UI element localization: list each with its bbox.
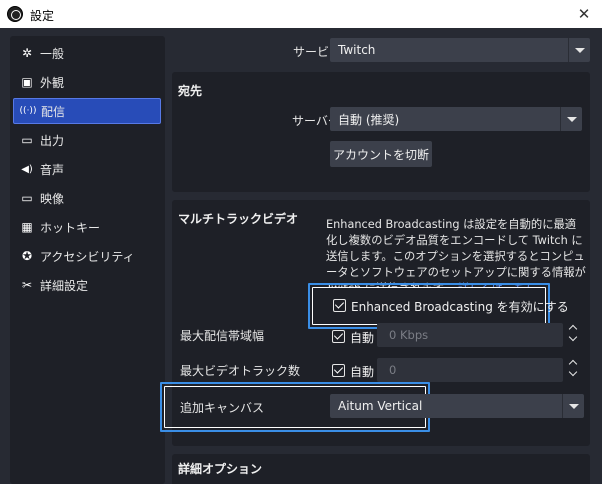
destination-title: 宛先 xyxy=(178,84,203,98)
settings-window: ✲ 一般 ▣ 外観 ((·)) 配信 ▭ 出力 ◀) 音声 ▭ 映像 ▦ ホット… xyxy=(0,28,602,484)
speaker-icon: ◀) xyxy=(21,163,33,175)
max-bandwidth-stepper[interactable] xyxy=(564,321,584,347)
destination-panel: 宛先 サーバー 自動 (推奨) アカウントを切断 xyxy=(172,72,590,192)
enable-enhanced-label: Enhanced Broadcasting を有効にする xyxy=(351,300,569,314)
chevron-down-icon[interactable] xyxy=(568,369,580,379)
accessibility-icon: ✪ xyxy=(21,249,33,263)
chevron-down-icon[interactable] xyxy=(568,334,580,344)
tools-icon: ✂ xyxy=(21,278,33,292)
multitrack-title: マルチトラックビデオ xyxy=(178,212,299,226)
gear-icon: ✲ xyxy=(21,46,33,60)
max-bandwidth-input[interactable]: 0 Kbps xyxy=(377,323,563,347)
sidebar-item-label: 音声 xyxy=(40,162,65,177)
chevron-down-icon xyxy=(568,38,590,62)
disconnect-account-button[interactable]: アカウントを切断 xyxy=(330,141,432,167)
extra-canvas-label: 追加キャンバス xyxy=(180,401,265,415)
scrollbar[interactable] xyxy=(594,28,600,484)
chevron-down-icon xyxy=(560,107,582,131)
sidebar-item-label: 一般 xyxy=(40,46,65,61)
max-bandwidth-auto-label: 自動 xyxy=(350,331,375,345)
sidebar-item-label: 配信 xyxy=(41,104,66,119)
obs-logo-icon xyxy=(7,6,23,22)
sidebar-item-label: アクセシビリティ xyxy=(40,249,135,264)
sidebar-item-label: 出力 xyxy=(40,133,65,148)
max-tracks-label: 最大ビデオトラック数 xyxy=(180,364,301,378)
sidebar-item-accessibility[interactable]: ✪ アクセシビリティ xyxy=(13,243,161,269)
max-tracks-auto-checkbox[interactable] xyxy=(332,364,345,377)
max-tracks-input[interactable]: 0 xyxy=(377,358,563,382)
monitor-icon: ▭ xyxy=(21,191,33,205)
sidebar-item-label: ホットキー xyxy=(40,220,101,235)
sidebar-item-advanced[interactable]: ✂ 詳細設定 xyxy=(13,272,161,298)
sidebar-item-video[interactable]: ▭ 映像 xyxy=(13,185,161,211)
window-title: 設定 xyxy=(30,9,55,23)
extra-canvas-dropdown[interactable]: Aitum Vertical xyxy=(330,394,584,418)
chevron-up-icon[interactable] xyxy=(568,322,580,332)
chevron-up-icon[interactable] xyxy=(568,357,580,367)
sidebar-item-label: 詳細設定 xyxy=(40,278,89,293)
advanced-options-panel: 詳細オプション xyxy=(172,454,590,484)
service-value: Twitch xyxy=(338,43,376,57)
max-tracks-stepper[interactable] xyxy=(564,356,584,382)
keyboard-icon: ▦ xyxy=(21,220,33,234)
title-bar: 設定 ✕ xyxy=(0,0,602,28)
sidebar-item-audio[interactable]: ◀) 音声 xyxy=(13,156,161,182)
max-bandwidth-auto-checkbox[interactable] xyxy=(332,330,345,343)
output-icon: ▭ xyxy=(21,133,33,147)
sidebar-item-appearance[interactable]: ▣ 外観 xyxy=(13,69,161,95)
settings-sidebar: ✲ 一般 ▣ 外観 ((·)) 配信 ▭ 出力 ◀) 音声 ▭ 映像 ▦ ホット… xyxy=(10,36,165,484)
sidebar-item-general[interactable]: ✲ 一般 xyxy=(13,40,161,66)
advanced-options-title: 詳細オプション xyxy=(178,462,263,476)
appearance-icon: ▣ xyxy=(21,75,33,89)
max-bandwidth-value: 0 Kbps xyxy=(389,328,429,342)
chevron-down-icon xyxy=(562,394,584,418)
sidebar-item-label: 外観 xyxy=(40,75,65,90)
sidebar-item-hotkeys[interactable]: ▦ ホットキー xyxy=(13,214,161,240)
stream-settings-content: サービス Twitch 宛先 サーバー 自動 (推奨) アカウントを切断 マルチ… xyxy=(160,28,600,484)
server-dropdown[interactable]: 自動 (推奨) xyxy=(330,107,582,131)
server-value: 自動 (推奨) xyxy=(338,112,400,127)
enable-enhanced-checkbox[interactable] xyxy=(333,299,346,312)
service-dropdown[interactable]: Twitch xyxy=(330,38,590,62)
sidebar-item-label: 映像 xyxy=(40,191,65,206)
max-bandwidth-label: 最大配信帯域幅 xyxy=(180,329,265,343)
sidebar-item-stream[interactable]: ((·)) 配信 xyxy=(13,98,161,124)
max-tracks-auto-label: 自動 xyxy=(350,365,375,379)
sidebar-item-output[interactable]: ▭ 出力 xyxy=(13,127,161,153)
broadcast-icon: ((·)) xyxy=(19,106,37,116)
extra-canvas-value: Aitum Vertical xyxy=(338,399,423,413)
max-tracks-value: 0 xyxy=(389,363,397,377)
close-button[interactable]: ✕ xyxy=(574,4,594,24)
